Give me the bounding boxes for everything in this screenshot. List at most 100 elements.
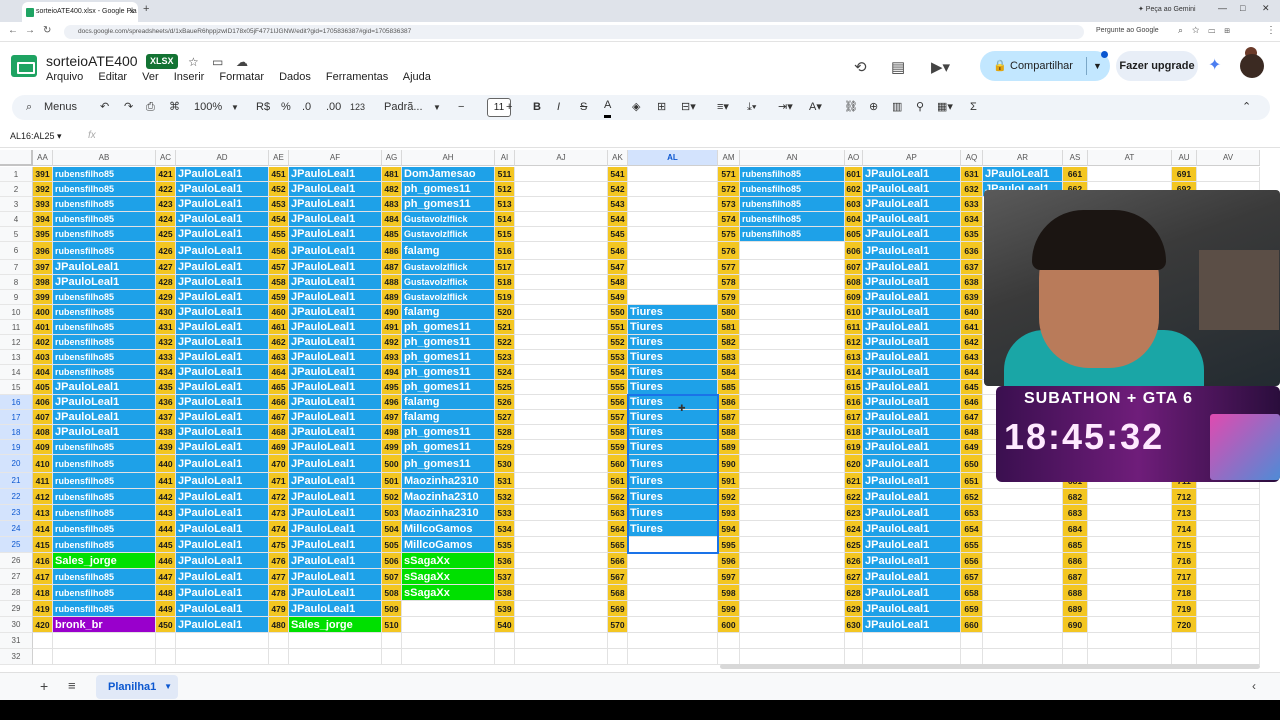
participant-cell[interactable]: falamg: [402, 410, 495, 425]
participant-cell[interactable]: [983, 569, 1063, 585]
row-header-4[interactable]: 4: [0, 212, 33, 227]
close-tab-icon[interactable]: ×: [129, 2, 134, 22]
participant-cell[interactable]: JPauloLeal1: [289, 290, 382, 305]
row-header-2[interactable]: 2: [0, 182, 33, 197]
number-cell[interactable]: 487: [382, 260, 402, 275]
number-cell[interactable]: 616: [845, 395, 863, 410]
participant-cell[interactable]: [1088, 633, 1172, 649]
number-cell[interactable]: [1172, 649, 1197, 665]
number-cell[interactable]: [718, 633, 740, 649]
participant-cell[interactable]: JPauloLeal1: [176, 521, 269, 537]
number-cell[interactable]: 453: [269, 197, 289, 212]
menu-formatar[interactable]: Formatar: [219, 71, 264, 83]
participant-cell[interactable]: [1088, 537, 1172, 553]
participant-cell[interactable]: JPauloLeal1: [176, 305, 269, 320]
number-cell[interactable]: 656: [961, 553, 983, 569]
number-cell[interactable]: 423: [156, 197, 176, 212]
participant-cell[interactable]: [628, 633, 718, 649]
number-cell[interactable]: 609: [845, 290, 863, 305]
number-cell[interactable]: 478: [269, 585, 289, 601]
number-cell[interactable]: 419: [33, 601, 53, 617]
number-cell[interactable]: 448: [156, 585, 176, 601]
number-cell[interactable]: 532: [495, 489, 515, 505]
number-cell[interactable]: 649: [961, 440, 983, 455]
number-cell[interactable]: 529: [495, 440, 515, 455]
insert-link-icon[interactable]: ⛓: [844, 95, 858, 120]
number-cell[interactable]: 533: [495, 505, 515, 521]
number-cell[interactable]: 514: [495, 212, 515, 227]
number-cell[interactable]: 430: [156, 305, 176, 320]
participant-cell[interactable]: JPauloLeal1: [176, 410, 269, 425]
column-header-ap[interactable]: AP: [863, 150, 961, 166]
participant-cell[interactable]: [740, 633, 845, 649]
number-cell[interactable]: 567: [608, 569, 628, 585]
participant-cell[interactable]: Maozinha2310: [402, 473, 495, 489]
participant-cell[interactable]: rubensfilho85: [53, 305, 156, 320]
participant-cell[interactable]: JPauloLeal1: [863, 212, 961, 227]
number-cell[interactable]: 720: [1172, 617, 1197, 633]
number-cell[interactable]: 455: [269, 227, 289, 242]
participant-cell[interactable]: JPauloLeal1: [289, 167, 382, 182]
participant-cell[interactable]: [1197, 649, 1260, 665]
number-cell[interactable]: [608, 633, 628, 649]
participant-cell[interactable]: JPauloLeal1: [53, 275, 156, 290]
sheet-tab-planilha1[interactable]: Planilha1 ▼: [96, 675, 178, 699]
number-cell[interactable]: 468: [269, 425, 289, 440]
number-cell[interactable]: [156, 649, 176, 665]
number-cell[interactable]: 653: [961, 505, 983, 521]
currency-format-button[interactable]: R$: [256, 95, 270, 120]
number-cell[interactable]: 467: [269, 410, 289, 425]
number-cell[interactable]: 541: [608, 167, 628, 182]
participant-cell[interactable]: [740, 380, 845, 395]
number-cell[interactable]: 452: [269, 182, 289, 197]
participant-cell[interactable]: [176, 649, 269, 665]
participant-cell[interactable]: JPauloLeal1: [863, 350, 961, 365]
search-menus-label[interactable]: Menus: [44, 95, 77, 120]
participant-cell[interactable]: [983, 585, 1063, 601]
column-header-ab[interactable]: AB: [53, 150, 156, 166]
participant-cell[interactable]: [515, 425, 608, 440]
participant-cell[interactable]: JPauloLeal1: [863, 505, 961, 521]
column-header-au[interactable]: AU: [1172, 150, 1197, 166]
participant-cell[interactable]: JPauloLeal1: [176, 365, 269, 380]
number-cell[interactable]: 494: [382, 365, 402, 380]
participant-cell[interactable]: Maozinha2310: [402, 505, 495, 521]
number-cell[interactable]: [1172, 633, 1197, 649]
number-cell[interactable]: 548: [608, 275, 628, 290]
participant-cell[interactable]: Sales_jorge: [289, 617, 382, 633]
participant-cell[interactable]: JPauloLeal1: [863, 569, 961, 585]
participant-cell[interactable]: [628, 212, 718, 227]
row-header-8[interactable]: 8: [0, 275, 33, 290]
number-cell[interactable]: 605: [845, 227, 863, 242]
number-cell[interactable]: 396: [33, 242, 53, 260]
filter-views-icon[interactable]: ▦▾: [937, 95, 953, 120]
participant-cell[interactable]: Gustavolzlflick: [402, 227, 495, 242]
column-header-as[interactable]: AS: [1063, 150, 1088, 166]
row-header-17[interactable]: 17: [0, 410, 33, 425]
sheet-tab-dropdown-icon[interactable]: ▼: [164, 675, 172, 699]
column-header-ao[interactable]: AO: [845, 150, 863, 166]
participant-cell[interactable]: JPauloLeal1: [863, 537, 961, 553]
number-cell[interactable]: 556: [608, 395, 628, 410]
number-cell[interactable]: 604: [845, 212, 863, 227]
number-cell[interactable]: 557: [608, 410, 628, 425]
participant-cell[interactable]: rubensfilho85: [53, 335, 156, 350]
number-cell[interactable]: 485: [382, 227, 402, 242]
participant-cell[interactable]: JPauloLeal1: [176, 601, 269, 617]
document-title[interactable]: sorteioATE400: [46, 53, 138, 69]
number-cell[interactable]: 588: [718, 425, 740, 440]
column-header-ak[interactable]: AK: [608, 150, 628, 166]
participant-cell[interactable]: [740, 290, 845, 305]
participant-cell[interactable]: [983, 521, 1063, 537]
sheets-logo-icon[interactable]: [11, 55, 37, 77]
number-cell[interactable]: 562: [608, 489, 628, 505]
number-cell[interactable]: 519: [495, 290, 515, 305]
zoom-dropdown-icon[interactable]: ▼: [231, 95, 239, 120]
participant-cell[interactable]: JPauloLeal1: [176, 335, 269, 350]
number-cell[interactable]: 528: [495, 425, 515, 440]
participant-cell[interactable]: JPauloLeal1: [863, 425, 961, 440]
number-cell[interactable]: 574: [718, 212, 740, 227]
participant-cell[interactable]: Tiures: [628, 380, 718, 395]
participant-cell[interactable]: [289, 649, 382, 665]
number-cell[interactable]: 582: [718, 335, 740, 350]
